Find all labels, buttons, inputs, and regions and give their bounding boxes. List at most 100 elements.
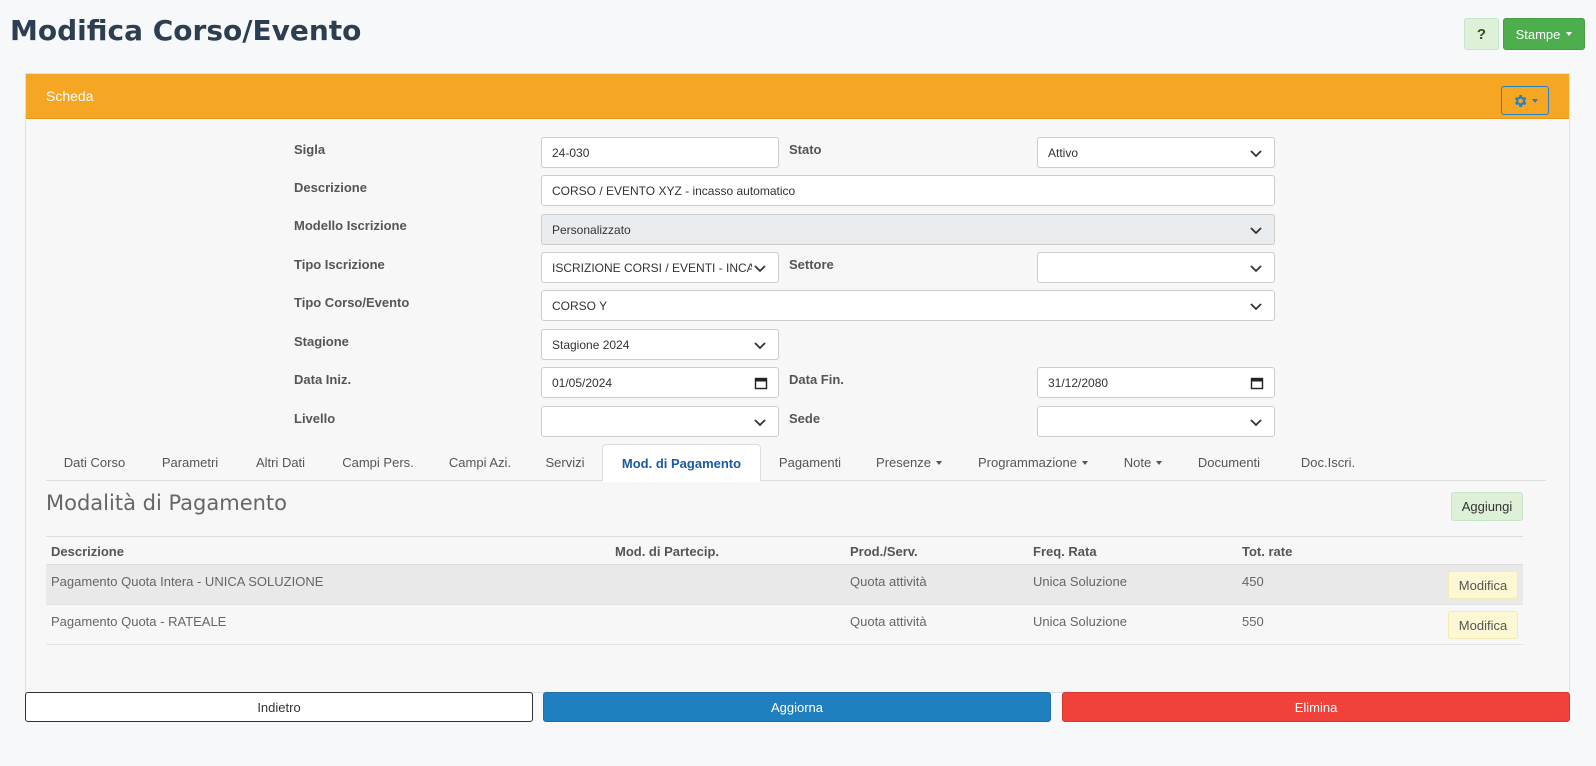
sigla-label: Sigla — [294, 142, 326, 157]
caret-down-icon — [1532, 98, 1538, 103]
tab-label: Parametri — [161, 455, 219, 470]
panel-header: Scheda — [26, 74, 1569, 119]
tab-campi-azi[interactable]: Campi Azi. — [432, 444, 528, 481]
data-fin-value: 31/12/2080 — [1048, 375, 1109, 390]
tab-pagamenti[interactable]: Pagamenti — [761, 444, 859, 481]
tab-campi-pers[interactable]: Campi Pers. — [324, 444, 432, 481]
tab-altri-dati[interactable]: Altri Dati — [237, 444, 324, 481]
tipo-corso-label: Tipo Corso/Evento — [294, 295, 410, 310]
stato-select[interactable]: Attivo — [1037, 137, 1275, 168]
tipo-iscrizione-label: Tipo Iscrizione — [294, 257, 385, 272]
sigla-input[interactable]: 24-030 — [541, 137, 779, 168]
tab-note[interactable]: Note — [1107, 444, 1179, 481]
settore-select[interactable] — [1037, 252, 1275, 283]
tab-label: Presenze — [876, 455, 931, 470]
column-header: Mod. di Partecip. — [615, 544, 720, 559]
column-header: Prod./Serv. — [850, 544, 918, 559]
help-button[interactable]: ? — [1464, 18, 1499, 50]
tab-programmazione[interactable]: Programmazione — [959, 444, 1107, 481]
chevron-down-icon — [1250, 226, 1262, 234]
calendar-icon[interactable] — [754, 376, 768, 390]
data-iniz-input[interactable]: 01/05/2024 — [541, 367, 779, 398]
chevron-down-icon — [1250, 418, 1262, 426]
tab-dati-corso[interactable]: Dati Corso — [46, 444, 143, 481]
tab-servizi[interactable]: Servizi — [528, 444, 602, 481]
settore-label: Settore — [789, 257, 834, 272]
tab-bar: Dati Corso Parametri Altri Dati Campi Pe… — [46, 444, 1546, 482]
back-button[interactable]: Indietro — [25, 692, 533, 722]
gear-icon — [1514, 94, 1527, 107]
tab-presenze[interactable]: Presenze — [859, 444, 959, 481]
tab-doc-iscri[interactable]: Doc.Iscri. — [1279, 444, 1377, 481]
modello-iscrizione-select: Personalizzato — [541, 214, 1275, 245]
caret-down-icon — [1156, 460, 1163, 465]
stato-label: Stato — [789, 142, 822, 157]
tipo-corso-value: CORSO Y — [552, 298, 608, 313]
add-button[interactable]: Aggiungi — [1451, 492, 1523, 521]
data-fin-label: Data Fin. — [789, 372, 844, 387]
sede-select[interactable] — [1037, 406, 1275, 437]
livello-select[interactable] — [541, 406, 779, 437]
descrizione-value: CORSO / EVENTO XYZ - incasso automatico — [552, 183, 796, 198]
stagione-select[interactable]: Stagione 2024 — [541, 329, 779, 360]
cell-tot-rate: 550 — [1242, 614, 1264, 629]
calendar-icon[interactable] — [1250, 376, 1264, 390]
caret-down-icon — [935, 460, 942, 465]
table-row: Pagamento Quota - RATEALE Quota attività… — [46, 605, 1523, 645]
data-fin-input[interactable]: 31/12/2080 — [1037, 367, 1275, 398]
cell-freq-rata: Unica Soluzione — [1033, 574, 1127, 589]
chevron-down-icon — [1250, 264, 1262, 272]
modello-iscrizione-label: Modello Iscrizione — [294, 218, 407, 233]
edit-button[interactable]: Modifica — [1448, 571, 1518, 599]
section-title: Modalità di Pagamento — [46, 491, 288, 515]
tab-label: Note — [1123, 455, 1152, 470]
tab-label: Doc.Iscri. — [1300, 455, 1356, 470]
cell-tot-rate: 450 — [1242, 574, 1264, 589]
tab-label: Servizi — [545, 455, 585, 470]
tab-label: Programmazione — [978, 455, 1077, 470]
cell-descrizione: Pagamento Quota Intera - UNICA SOLUZIONE — [51, 574, 324, 589]
payment-table: Descrizione Mod. di Partecip. Prod./Serv… — [46, 536, 1523, 645]
page-title: Modifica Corso/Evento — [10, 14, 362, 47]
settings-dropdown-button[interactable] — [1501, 86, 1549, 115]
stagione-value: Stagione 2024 — [552, 337, 630, 352]
update-button[interactable]: Aggiorna — [543, 692, 1051, 722]
tab-label: Documenti — [1197, 455, 1261, 470]
table-row: Pagamento Quota Intera - UNICA SOLUZIONE… — [46, 565, 1523, 605]
cell-freq-rata: Unica Soluzione — [1033, 614, 1127, 629]
table-header: Descrizione Mod. di Partecip. Prod./Serv… — [46, 536, 1523, 565]
sede-label: Sede — [789, 411, 821, 426]
course-panel: Scheda Sigla 24-030 Stato Attivo Descriz… — [25, 73, 1570, 693]
column-header: Freq. Rata — [1033, 544, 1097, 559]
edit-button[interactable]: Modifica — [1448, 611, 1518, 639]
tab-label: Dati Corso — [63, 455, 126, 470]
chevron-down-icon — [754, 264, 766, 272]
tab-documenti[interactable]: Documenti — [1179, 444, 1279, 481]
tab-label: Mod. di Pagamento — [621, 455, 742, 471]
delete-button[interactable]: Elimina — [1062, 692, 1570, 722]
tab-label: Altri Dati — [255, 455, 306, 470]
data-iniz-value: 01/05/2024 — [552, 375, 613, 390]
panel-title: Scheda — [46, 88, 94, 104]
descrizione-label: Descrizione — [294, 180, 367, 195]
sigla-value: 24-030 — [552, 145, 590, 160]
cell-descrizione: Pagamento Quota - RATEALE — [51, 614, 227, 629]
column-header: Tot. rate — [1242, 544, 1293, 559]
data-iniz-label: Data Iniz. — [294, 372, 352, 387]
descrizione-input[interactable]: CORSO / EVENTO XYZ - incasso automatico — [541, 175, 1275, 206]
tab-mod-di-pagamento[interactable]: Mod. di Pagamento — [602, 444, 761, 482]
tab-label: Pagamenti — [778, 455, 842, 470]
tipo-iscrizione-select[interactable]: ISCRIZIONE CORSI / EVENTI - INCASSO AUTO… — [541, 252, 779, 283]
caret-down-icon — [1082, 460, 1088, 465]
cell-prod-serv: Quota attività — [850, 614, 927, 629]
tipo-iscrizione-value: ISCRIZIONE CORSI / EVENTI - INCASSO AUTO… — [552, 260, 752, 275]
tab-label: Campi Pers. — [342, 455, 414, 470]
chevron-down-icon — [754, 341, 766, 349]
print-button-label: Stampe — [1515, 26, 1561, 42]
chevron-down-icon — [754, 418, 766, 426]
print-dropdown-button[interactable]: Stampe — [1503, 18, 1585, 50]
tipo-corso-select[interactable]: CORSO Y — [541, 290, 1275, 321]
caret-down-icon — [1566, 32, 1573, 36]
livello-label: Livello — [294, 411, 336, 426]
tab-parametri[interactable]: Parametri — [143, 444, 237, 481]
